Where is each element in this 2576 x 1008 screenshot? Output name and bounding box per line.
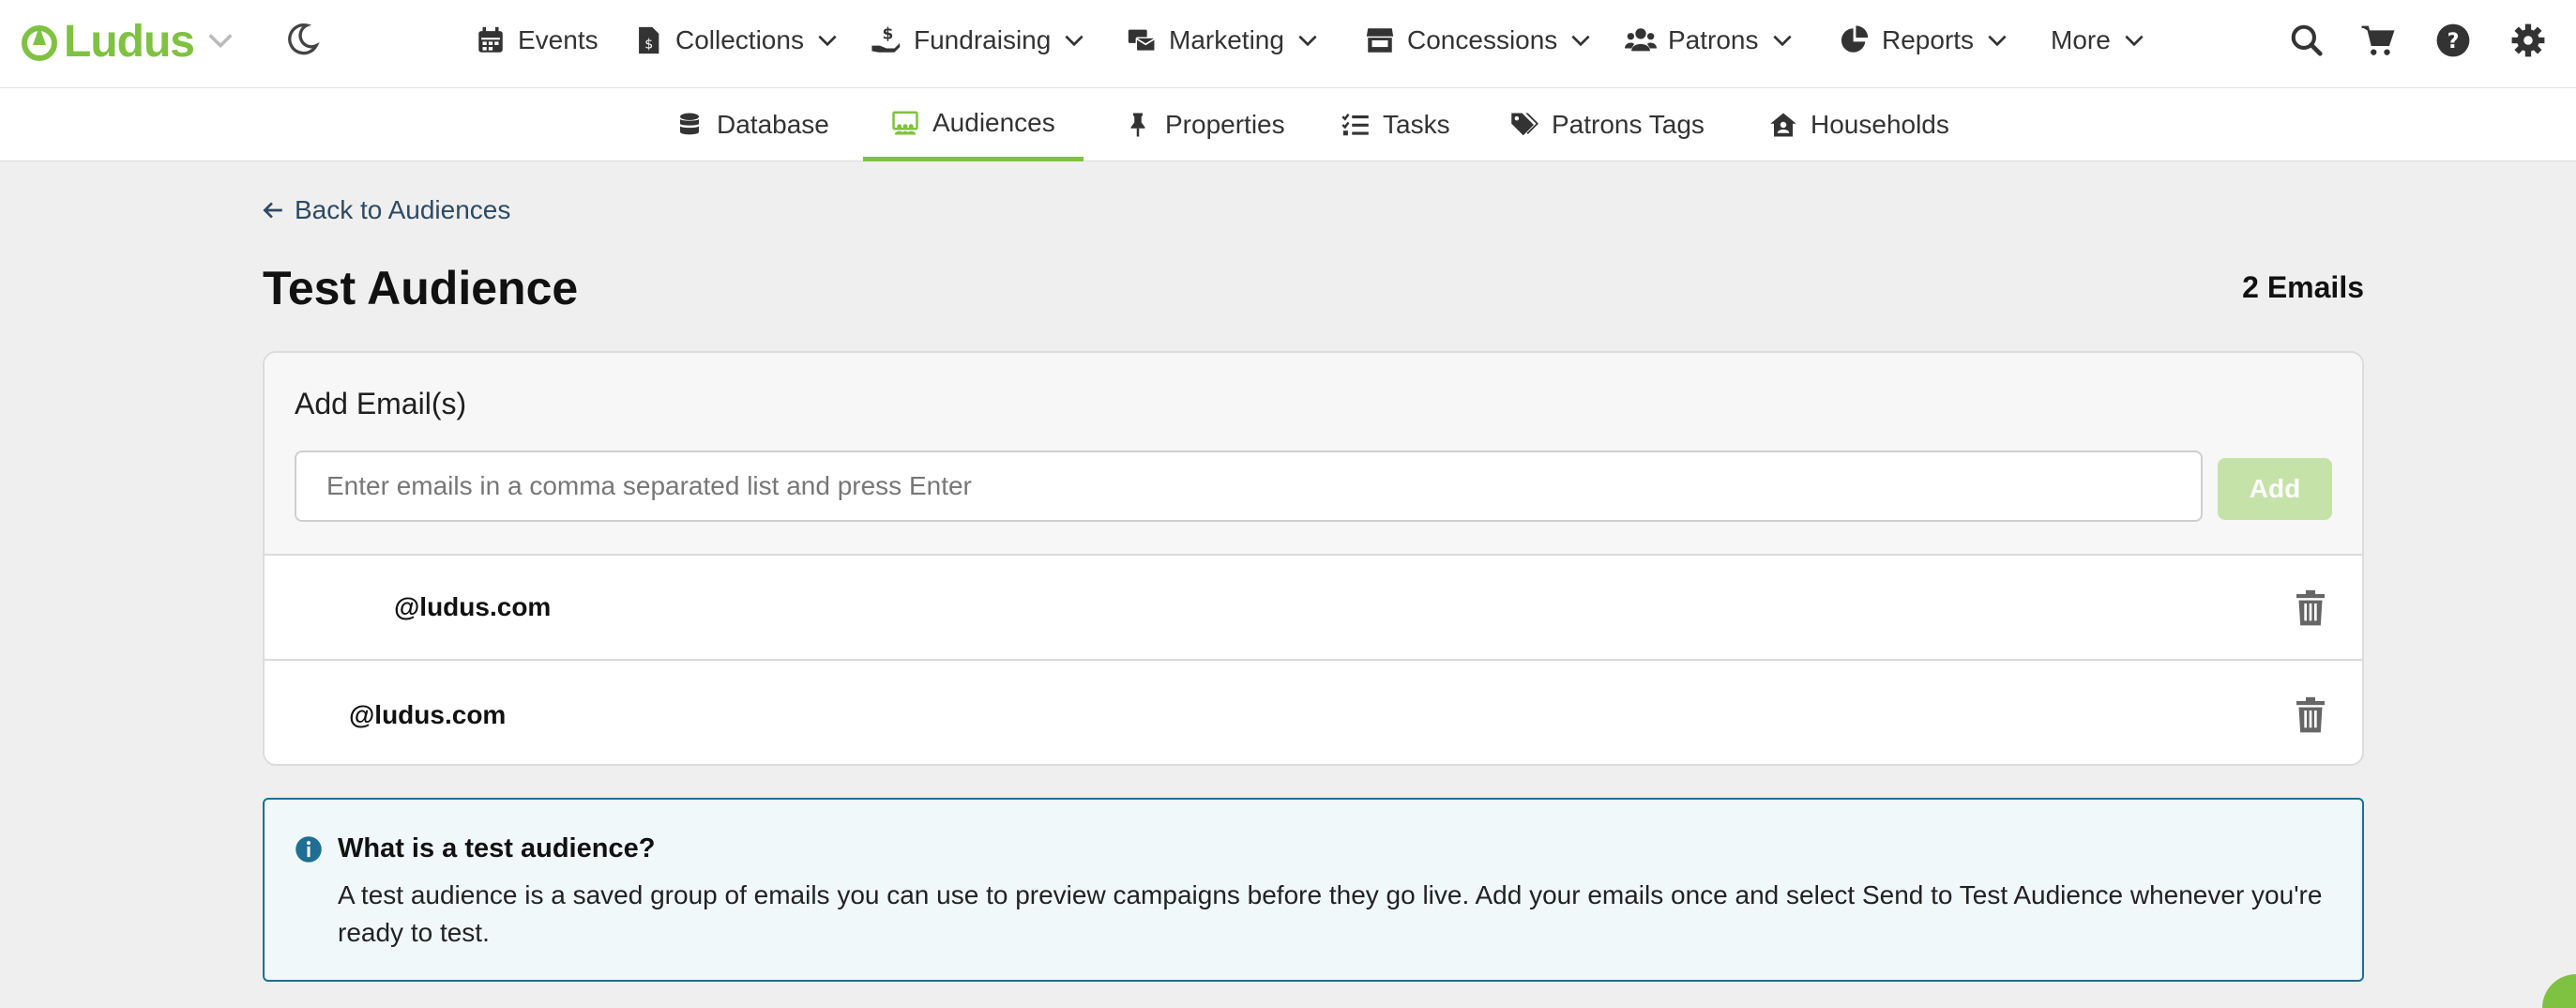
subnav-label: Households [1811, 110, 1949, 139]
chevron-down-icon [1065, 35, 1083, 47]
database-icon [680, 113, 699, 135]
chevron-down-icon [818, 35, 837, 47]
back-to-audiences-link[interactable]: Back to Audiences [261, 191, 510, 229]
nav-more[interactable]: More [2051, 19, 2146, 62]
chevron-down-icon [1988, 35, 2007, 47]
subnav-audiences[interactable]: Audiences [863, 88, 1083, 161]
chevron-down-icon[interactable] [205, 24, 236, 56]
nav-label: More [2051, 25, 2111, 54]
sub-navigation-bar: Database Audiences Properties Tasks Patr… [0, 88, 2576, 161]
invoice-icon: $ [639, 26, 659, 54]
ludus-logo-icon [22, 25, 57, 61]
add-button[interactable]: Add [2218, 458, 2332, 520]
nav-events[interactable]: Events [475, 19, 599, 62]
add-emails-header: Add Email(s) Add [265, 353, 2362, 556]
nav-concessions[interactable]: Concessions [1364, 19, 1593, 62]
arrow-left-icon [263, 202, 282, 219]
house-user-icon [1770, 113, 1796, 137]
pin-icon [1130, 113, 1145, 137]
ludus-logo[interactable]: Ludus [21, 16, 195, 67]
svg-text:?: ? [2447, 29, 2460, 53]
subnav-label: Tasks [1383, 110, 1450, 139]
subnav-label: Database [717, 110, 829, 139]
donate-hand-icon: $ [871, 25, 901, 53]
top-navigation-bar: Ludus Events $ Collections $ Fundraising [0, 0, 2576, 88]
nav-marketing[interactable]: Marketing [1126, 19, 1320, 62]
subnav-label: Patrons Tags [1552, 110, 1705, 139]
email-address: @ludus.com [394, 592, 552, 621]
search-icon[interactable] [2289, 23, 2325, 58]
email-address: @ludus.com [349, 700, 507, 729]
trash-icon[interactable] [2295, 589, 2326, 627]
info-title: What is a test audience? [338, 833, 656, 863]
chevron-down-icon [1772, 35, 1792, 47]
back-link-label: Back to Audiences [295, 195, 511, 224]
email-count: 2 Emails [2242, 270, 2364, 304]
chevron-down-icon [2125, 35, 2144, 47]
calendar-icon [478, 26, 503, 53]
add-emails-title: Add Email(s) [295, 387, 467, 420]
email-row: @ludus.com [265, 556, 2362, 661]
nav-label: Patrons [1668, 25, 1759, 54]
subnav-households[interactable]: Households [1769, 88, 1949, 161]
nav-collections[interactable]: $ Collections [632, 19, 840, 62]
chat-widget-edge[interactable] [2538, 970, 2576, 1008]
audience-icon [892, 111, 918, 134]
nav-label: Concessions [1407, 25, 1558, 54]
subnav-patrons-tags[interactable]: Patrons Tags [1510, 88, 1705, 161]
add-emails-card: Add Email(s) Add @ludus.com @ludus.com [263, 351, 2364, 766]
subnav-label: Properties [1165, 110, 1285, 139]
pie-chart-icon [1841, 25, 1869, 53]
subnav-properties[interactable]: Properties [1124, 88, 1285, 161]
nav-label: Events [518, 25, 599, 54]
svg-text:$: $ [644, 38, 653, 53]
dark-mode-moon-icon[interactable] [283, 21, 321, 58]
info-body: A test audience is a saved group of emai… [338, 880, 2323, 947]
email-input[interactable] [295, 451, 2203, 522]
nav-reports[interactable]: Reports [1839, 19, 2009, 62]
nav-label: Collections [675, 25, 804, 54]
nav-fundraising[interactable]: $ Fundraising [871, 19, 1086, 62]
store-icon [1366, 28, 1394, 53]
help-icon[interactable]: ? [2435, 23, 2471, 58]
gear-icon[interactable] [2510, 23, 2546, 58]
mail-bulk-icon [1128, 29, 1156, 53]
task-list-icon [1341, 114, 1369, 136]
nav-label: Reports [1882, 25, 1975, 54]
tags-icon [1511, 113, 1538, 136]
users-icon [1625, 28, 1657, 52]
info-callout: What is a test audience? A test audience… [263, 798, 2364, 982]
trash-icon[interactable] [2295, 696, 2326, 734]
page-title: Test Audience [263, 262, 579, 314]
subnav-database[interactable]: Database [675, 88, 829, 161]
email-row: @ludus.com [265, 663, 2362, 764]
subnav-tasks[interactable]: Tasks [1341, 88, 1450, 161]
nav-label: Fundraising [914, 25, 1052, 54]
subnav-label: Audiences [932, 107, 1055, 137]
nav-label: Marketing [1169, 25, 1284, 54]
info-icon [295, 836, 322, 863]
chevron-down-icon [1571, 35, 1590, 47]
nav-patrons[interactable]: Patrons [1625, 19, 1795, 62]
cart-icon[interactable] [2360, 23, 2396, 58]
svg-text:$: $ [882, 25, 893, 44]
chevron-down-icon [1298, 35, 1317, 47]
brand-name: Ludus [64, 16, 195, 67]
